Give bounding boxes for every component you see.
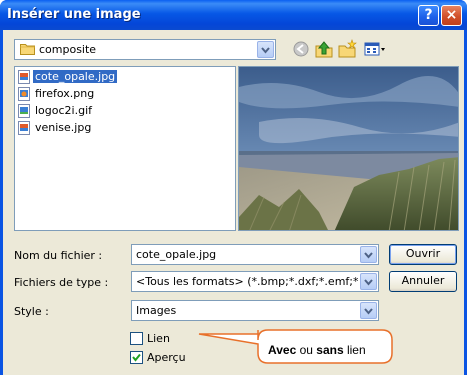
callout-bubble [198,329,393,364]
callout-text: Avec ou sans lien [268,343,366,357]
callout-word-or: ou [296,343,317,357]
callout-word-without: sans [316,343,344,357]
callout-word-link: lien [343,343,366,357]
callout-word-with: Avec [268,343,297,357]
dialog-window: Insérer une image ? × composite cote_opa… [0,0,467,375]
